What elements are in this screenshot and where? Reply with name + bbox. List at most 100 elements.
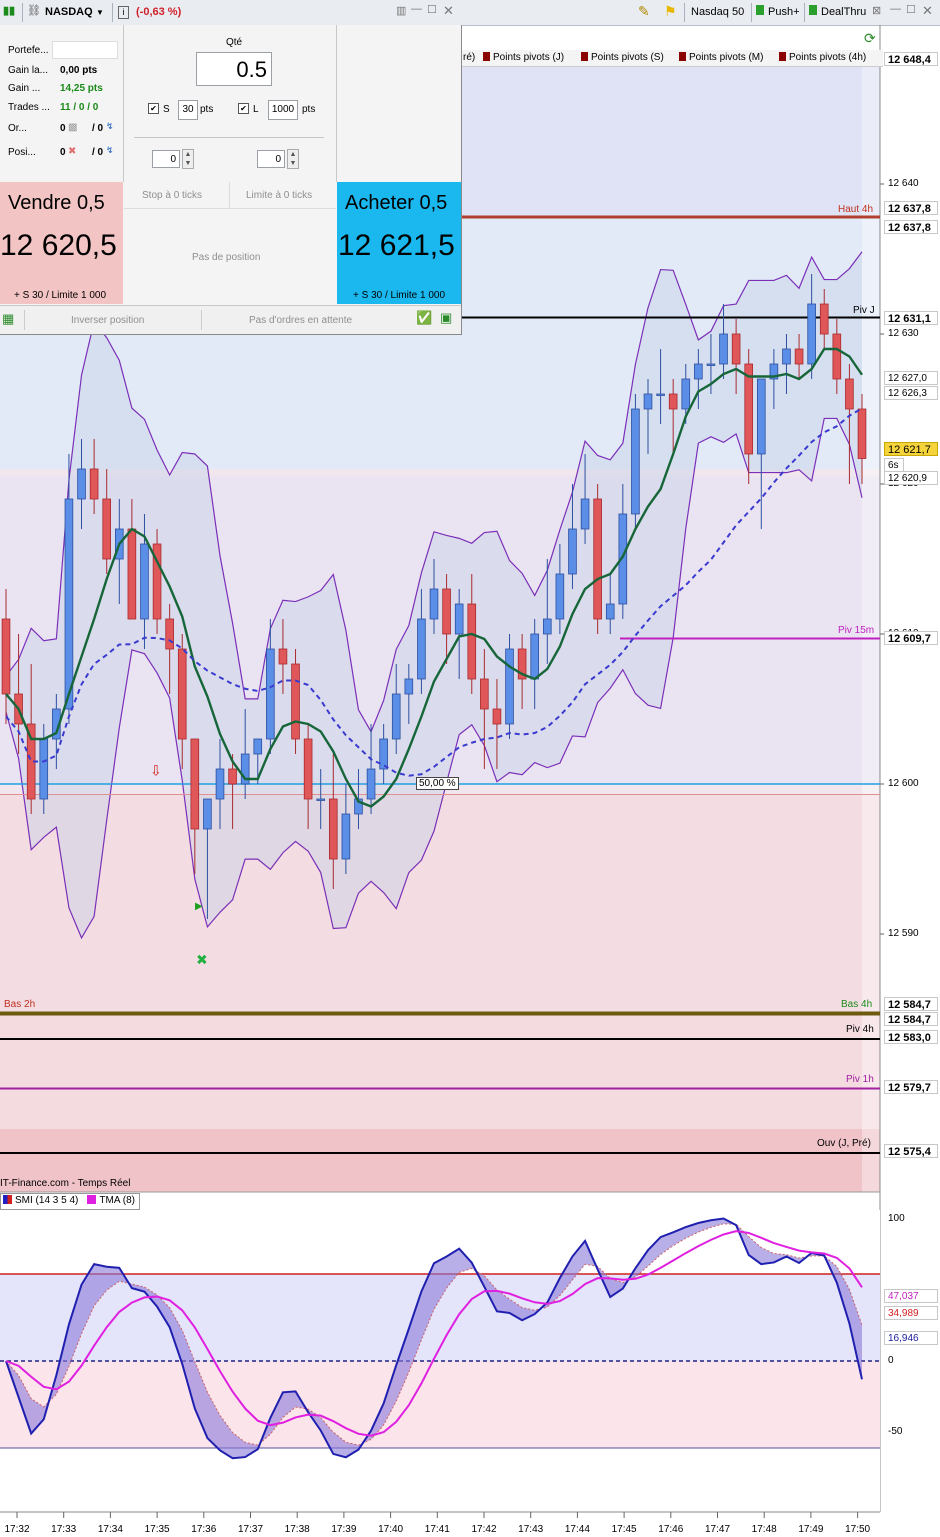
stop-check-label: S: [163, 104, 170, 115]
stop-distance-input[interactable]: 30: [178, 100, 198, 120]
settings-icon[interactable]: ⊠: [872, 4, 881, 17]
link-icon[interactable]: ⛓: [27, 4, 41, 17]
limit-ticks-button[interactable]: Limite à 0 ticks: [230, 182, 336, 209]
stop-stepper-arrows-icon[interactable]: ▲ ▼: [182, 149, 194, 169]
portfolio-field[interactable]: [52, 41, 118, 59]
entry-marker-icon: ▶: [195, 901, 203, 912]
refresh-icon[interactable]: ⟳: [864, 30, 876, 47]
label-ouv: Ouv (J, Pré): [817, 1138, 871, 1149]
candle-body: [467, 603, 477, 680]
legend-tab-3[interactable]: Points pivots (M): [679, 52, 763, 63]
y-tick-label: 12 630: [888, 328, 919, 339]
candle-body: [631, 408, 640, 515]
orders-label: Or...: [8, 123, 27, 134]
legend-tab-4[interactable]: Points pivots (4h): [779, 52, 866, 63]
legend-tab-1[interactable]: Points pivots (J): [483, 52, 564, 63]
positions-label: Posi...: [8, 147, 36, 158]
candle-body: [605, 603, 615, 620]
ind-tick-neg50: -50: [888, 1426, 903, 1437]
candle-body: [203, 798, 212, 830]
sell-button[interactable]: Vendre 0,5 12 620,5 + S 30 / Limite 1 00…: [0, 182, 123, 304]
candle-body: [694, 363, 703, 380]
orders-value-a: 0: [60, 123, 66, 134]
x-tick-label: 17:48: [751, 1524, 777, 1535]
qty-input[interactable]: 0.5: [196, 52, 272, 86]
candle-body: [266, 648, 275, 740]
zone-lower: [0, 794, 880, 1014]
legend-smi[interactable]: SMI (14 3 5 4): [3, 1195, 78, 1206]
label-pivj: Piv J: [853, 305, 875, 316]
no-position-text: Pas de position: [192, 252, 261, 263]
pencil-icon[interactable]: ✎: [638, 3, 650, 20]
minimize-icon[interactable]: —: [411, 3, 422, 15]
candle-body: [215, 768, 225, 800]
candle-body: [832, 333, 842, 380]
legend-tab-0[interactable]: ré): [463, 52, 475, 63]
instrument-selector[interactable]: NASDAQ: [45, 6, 93, 18]
dealthru-button[interactable]: DealThru: [821, 6, 866, 18]
right-margin: [862, 50, 880, 1192]
chart-type-icon[interactable]: ▮▮: [3, 4, 15, 17]
positions-arrow-icon[interactable]: ↯: [106, 145, 114, 156]
candle-body: [568, 528, 577, 575]
candle-body: [127, 528, 137, 620]
trades-value: 11 / 0 / 0: [60, 102, 99, 113]
reverse-position-button[interactable]: Inverser position: [24, 310, 202, 330]
candle-body: [480, 678, 489, 710]
stop-unit: pts: [200, 104, 214, 115]
price-box-piv15m: 12 609,7: [884, 631, 938, 645]
limit-checkbox[interactable]: ✔: [238, 103, 249, 114]
x-tick-label: 17:43: [518, 1524, 544, 1535]
order-book-icon[interactable]: ▣: [440, 310, 452, 326]
gain-latent-value: 0,00 pts: [60, 65, 98, 76]
divider: [134, 137, 324, 138]
order-panel: Portefe... Gain la... 0,00 pts Gain ... …: [0, 25, 462, 335]
legend-tab-2[interactable]: Points pivots (S): [581, 52, 664, 63]
minimize-chart-icon[interactable]: —: [890, 3, 901, 15]
zone-bottom: [0, 1013, 880, 1129]
trades-label: Trades ...: [8, 102, 50, 113]
price-box-haut4h-red: 12 637,8: [884, 220, 938, 234]
candle-body: [857, 408, 867, 459]
stop-ticks-stepper[interactable]: 0: [152, 150, 180, 168]
close-positions-icon[interactable]: ✖: [68, 146, 76, 157]
top-toolbar: ▮▮ ⛓ NASDAQ ▼ i (-0,63 %) ▥ — ☐ ✕ ✎ ⚑ Na…: [0, 0, 940, 26]
close-chart-icon[interactable]: ✕: [922, 3, 933, 19]
chart-trade-icon[interactable]: ✅: [416, 310, 432, 326]
pin-icon[interactable]: ▥: [396, 4, 406, 17]
maximize-icon[interactable]: ☐: [427, 3, 437, 16]
candle-body: [140, 543, 149, 620]
cancel-orders-icon[interactable]: ▩: [68, 122, 77, 133]
candle-body: [580, 498, 590, 530]
label-fib50[interactable]: 50,00 %: [416, 777, 459, 790]
x-tick-label: 17:33: [51, 1524, 77, 1535]
x-tick-label: 17:50: [845, 1524, 871, 1535]
label-haut4h: Haut 4h: [838, 204, 874, 215]
info-icon[interactable]: i: [118, 6, 129, 19]
orders-arrow-icon[interactable]: ↯: [106, 121, 114, 132]
ind-tick-0: 0: [888, 1355, 894, 1366]
chevron-down-icon[interactable]: ▼: [96, 8, 104, 17]
candle-body: [291, 663, 300, 740]
candle-body: [391, 693, 401, 740]
maximize-chart-icon[interactable]: ☐: [906, 3, 916, 16]
nasdaq50-button[interactable]: Nasdaq 50: [691, 6, 744, 18]
candle-body: [681, 378, 691, 410]
stop-ticks-button[interactable]: Stop à 0 ticks: [124, 182, 230, 209]
limit-distance-input[interactable]: 1000: [268, 100, 298, 120]
candle-body: [542, 618, 552, 635]
buy-button[interactable]: Acheter 0,5 12 621,5 + S 30 / Limite 1 0…: [337, 182, 461, 304]
pending-orders-button[interactable]: Pas d'ordres en attente: [201, 310, 413, 330]
candle-body: [756, 378, 766, 455]
flag-icon[interactable]: ⚑: [664, 3, 677, 20]
close-icon[interactable]: ✕: [443, 3, 454, 19]
grid-icon[interactable]: ▦: [2, 311, 14, 327]
push-button[interactable]: Push+: [768, 6, 800, 18]
limit-ticks-stepper[interactable]: 0: [257, 150, 285, 168]
candle-body: [845, 378, 854, 410]
candle-body: [656, 393, 665, 396]
limit-stepper-arrows-icon[interactable]: ▲ ▼: [287, 149, 299, 169]
stop-checkbox[interactable]: ✔: [148, 103, 159, 114]
legend-tma[interactable]: TMA (8): [87, 1195, 135, 1206]
price-box-band-bottom: 12 620,9: [884, 471, 938, 485]
